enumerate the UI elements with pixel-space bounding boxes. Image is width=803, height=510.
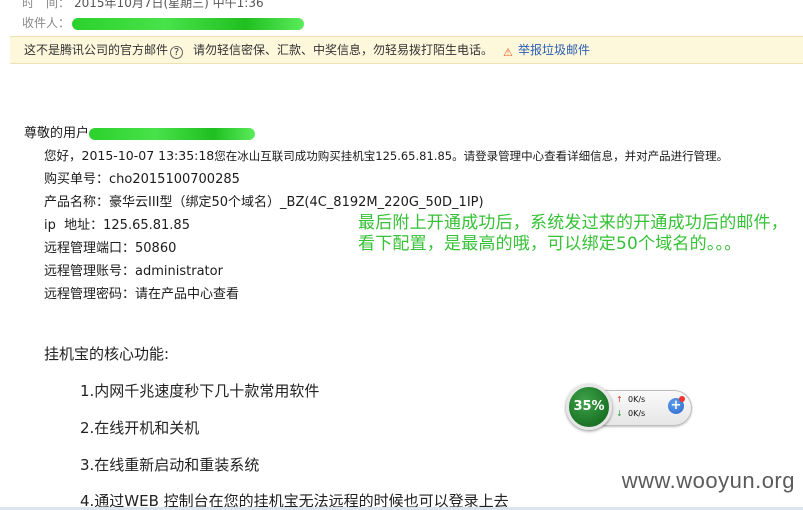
recipient-label: 收件人： xyxy=(22,16,71,30)
recipient-row: 收件人： xyxy=(22,14,305,31)
greeting-text: 尊敬的用户 xyxy=(24,126,90,141)
port-value: 50860 xyxy=(135,241,177,256)
ip-address-row: ip 地址：125.65.81.85 xyxy=(44,214,190,233)
remote-port-row: 远程管理端口：50860 xyxy=(44,237,176,256)
upload-speed: ↑ 0K/s xyxy=(616,395,645,405)
notification-dot xyxy=(679,396,685,402)
purchase-time: 您好，2015-10-07 13:35:18 xyxy=(44,148,215,163)
upload-speed-value: 0K/s xyxy=(628,395,646,404)
ip-value: 125.65.81.85 xyxy=(103,218,190,233)
download-speed: ↓ 0K/s xyxy=(616,409,645,419)
port-label: 远程管理端口： xyxy=(44,241,136,256)
email-view: 时 间： 2015年10月7日(星期三) 中午1:36 收件人： 这不是腾讯公司的… xyxy=(0,0,803,510)
report-icon: ⚠ xyxy=(503,46,513,59)
question-circle-icon[interactable]: ? xyxy=(170,46,184,59)
memory-usage-gauge[interactable]: 35% xyxy=(566,384,612,430)
password-value: 请在产品中心查看 xyxy=(135,287,240,302)
purchase-message-rest: 您在冰山互联司成功购买挂机宝125.65.81.85。请登录管理中心查看详细信息… xyxy=(214,149,729,163)
product-label: 产品名称： xyxy=(44,195,110,210)
security-warning-bar: 这不是腾讯公司的官方邮件? 请勿轻信密保、汇款、中奖信息，勿轻易拨打陌生电话。 ⚠ 举… xyxy=(10,36,803,64)
network-speed-widget[interactable]: 35% ↑ 0K/s ↓ 0K/s + xyxy=(566,384,694,430)
email-header: 时 间： 2015年10月7日(星期三) 中午1:36 收件人： xyxy=(0,0,803,36)
time-value: 2015年10月7日(星期三) 中午1:36 xyxy=(74,0,264,10)
password-label: 远程管理密码： xyxy=(44,287,136,302)
product-name-row: 产品名称：豪华云III型（绑定50个域名）_BZ(4C_8192M_220G_5… xyxy=(44,191,484,210)
watermark: www.wooyun.org xyxy=(621,468,795,493)
product-value: 豪华云III型（绑定50个域名）_BZ(4C_8192M_220G_50D_1I… xyxy=(109,195,484,210)
remote-password-row: 远程管理密码：请在产品中心查看 xyxy=(44,283,239,302)
account-value: administrator xyxy=(135,264,223,279)
order-label: 购买单号： xyxy=(44,172,110,187)
report-spam-label[interactable]: 举报垃圾邮件 xyxy=(518,43,590,57)
arrow-down-icon: ↓ xyxy=(616,409,623,418)
recipient-redaction xyxy=(72,17,305,30)
account-label: 远程管理账号： xyxy=(44,264,136,279)
ip-label: ip 地址： xyxy=(44,218,104,233)
time-label: 时 间： xyxy=(22,0,71,10)
arrow-up-icon: ↑ xyxy=(616,395,623,404)
report-spam-link[interactable]: ⚠ 举报垃圾邮件 xyxy=(503,43,590,59)
feature-item: 2.在线开机和关机 xyxy=(80,419,200,437)
time-row: 时 间： 2015年10月7日(星期三) 中午1:36 xyxy=(22,0,264,11)
greeting: 尊敬的用户 xyxy=(24,122,256,141)
purchase-message: 您好，2015-10-07 13:35:18您在冰山互联司成功购买挂机宝125.… xyxy=(44,145,728,164)
warning-advice: 请勿轻信密保、汇款、中奖信息，勿轻易拨打陌生电话。 xyxy=(193,43,494,57)
remote-account-row: 远程管理账号：administrator xyxy=(44,260,223,279)
username-redaction xyxy=(89,127,256,140)
core-features-title: 挂机宝的核心功能: xyxy=(44,345,170,363)
feature-item: 3.在线重新启动和重装系统 xyxy=(80,456,260,474)
order-number-row: 购买单号：cho2015100700285 xyxy=(44,168,240,187)
warning-text: 这不是腾讯公司的官方邮件 xyxy=(24,43,169,57)
green-annotation: 最后附上开通成功后，系统发过来的开通成功后的邮件，看下配置，是最高的哦，可以绑定… xyxy=(358,213,788,254)
download-speed-value: 0K/s xyxy=(628,409,646,418)
order-value: cho2015100700285 xyxy=(109,172,240,187)
feature-item: 1.内网千兆速度秒下几十款常用软件 xyxy=(80,382,320,400)
